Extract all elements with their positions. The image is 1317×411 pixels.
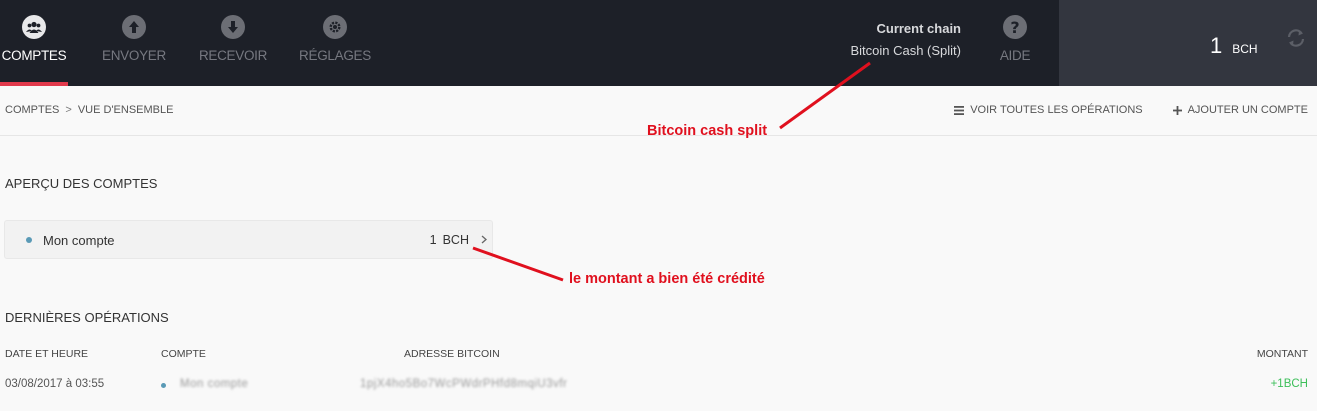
column-header-amount: MONTANT (1256, 348, 1308, 360)
operation-account: Mon compte (180, 378, 249, 390)
annotation-amount-note: le montant a bien été crédité (569, 271, 765, 287)
balance-amount: 1 (1210, 33, 1223, 58)
nav-tab-label: COMPTES (1, 48, 67, 63)
column-header-address: ADRESSE BITCOIN (404, 348, 500, 360)
breadcrumb: COMPTES > VUE D'ENSEMBLE (5, 104, 173, 116)
add-account-label: AJOUTER UN COMPTE (1187, 104, 1308, 116)
nav-tab-label: RÉGLAGES (299, 48, 371, 63)
column-header-date: DATE ET HEURE (5, 348, 89, 360)
breadcrumb-separator: > (65, 104, 72, 116)
view-all-operations-label: VOIR TOUTES LES OPÉRATIONS (970, 104, 1143, 116)
gear-icon (323, 15, 347, 39)
account-balance-unit: BCH (442, 233, 469, 247)
arrow-down-icon (221, 15, 245, 39)
plus-icon (1172, 105, 1182, 115)
balance-panel (1059, 0, 1317, 86)
add-account-button[interactable]: AJOUTER UN COMPTE (1172, 104, 1308, 116)
breadcrumb-root[interactable]: COMPTES (5, 104, 59, 116)
nav-tab-comptes[interactable]: COMPTES (0, 0, 68, 86)
balance-unit: BCH (1232, 42, 1258, 56)
nav-tab-envoyer[interactable]: ENVOYER (100, 0, 168, 86)
accounts-overview-title: APERÇU DES COMPTES (5, 176, 158, 191)
account-color-dot (26, 237, 32, 243)
operation-amount: +1BCH (1270, 378, 1308, 390)
latest-operations-title: DERNIÈRES OPÉRATIONS (5, 310, 169, 325)
operation-address: 1pjX4ho5Bo7WcPWdrPHfd8mqiU3vfr (360, 378, 568, 390)
nav-tab-label: RECEVOIR (198, 48, 268, 63)
annotation-chain-note: Bitcoin cash split (647, 123, 768, 139)
chevron-right-icon (481, 235, 487, 244)
account-card[interactable]: Mon compte 1 BCH (4, 220, 493, 259)
list-icon (954, 105, 965, 115)
view-all-operations-button[interactable]: VOIR TOUTES LES OPÉRATIONS (954, 104, 1143, 116)
nav-tab-label: ENVOYER (102, 48, 166, 63)
current-chain-value: Bitcoin Cash (Split) (850, 43, 961, 58)
breadcrumb-current: VUE D'ENSEMBLE (77, 104, 174, 116)
nav-tab-label: AIDE (999, 48, 1031, 63)
operation-date: 03/08/2017 à 03:55 (5, 378, 105, 390)
users-icon (22, 15, 46, 39)
nav-tab-recevoir[interactable]: RECEVOIR (198, 0, 268, 86)
account-balance-amount: 1 (429, 233, 437, 247)
current-chain-title: Current chain (876, 21, 961, 36)
nav-tab-reglages[interactable]: RÉGLAGES (299, 0, 371, 86)
total-balance: 1 BCH (1210, 33, 1258, 59)
arrow-up-icon (122, 15, 146, 39)
account-name: Mon compte (43, 233, 115, 248)
header-actions: VOIR TOUTES LES OPÉRATIONS AJOUTER UN CO… (954, 104, 1308, 116)
nav-tab-aide[interactable]: ? AIDE (994, 0, 1036, 86)
refresh-icon[interactable] (1285, 27, 1307, 49)
current-chain-indicator[interactable]: Current chain Bitcoin Cash (Split) (850, 21, 961, 58)
operation-account-dot (161, 383, 166, 388)
question-icon: ? (1003, 15, 1027, 39)
top-navigation-bar: COMPTES ENVOYER RECEVOIR RÉGLAGES Curren… (0, 0, 1317, 86)
column-header-account: COMPTE (161, 348, 206, 360)
account-balance: 1 BCH (430, 233, 469, 247)
